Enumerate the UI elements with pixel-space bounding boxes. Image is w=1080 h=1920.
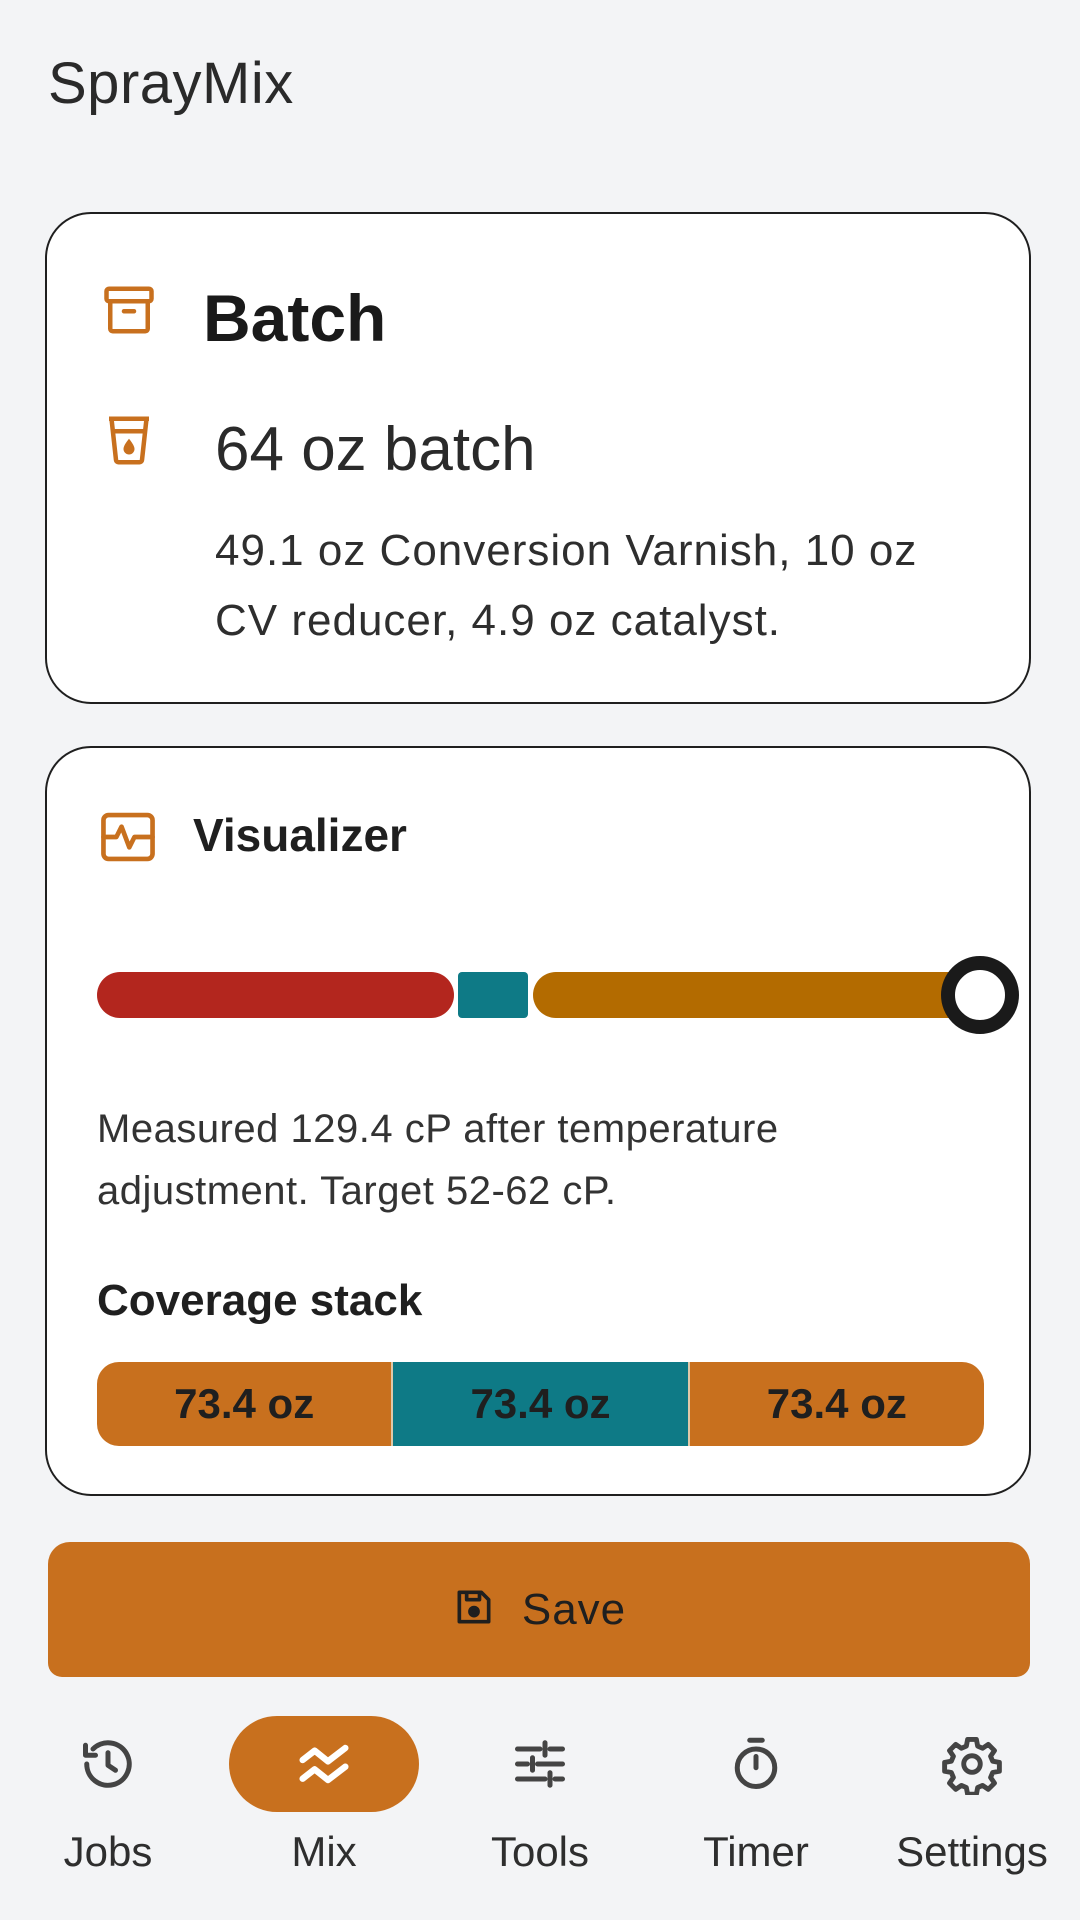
nav-label-jobs: Jobs <box>63 1828 153 1875</box>
save-icon <box>452 1585 496 1634</box>
history-icon <box>13 1716 203 1812</box>
timer-icon <box>661 1716 851 1812</box>
nav-label-tools: Tools <box>490 1828 590 1875</box>
save-button[interactable]: Save <box>48 1542 1030 1677</box>
coverage-segment: 73.4 oz <box>97 1362 392 1446</box>
batch-heading: Batch <box>203 281 387 355</box>
coverage-segment: 73.4 oz <box>687 1362 984 1446</box>
batch-card: Batch 64 oz batch 49.1 oz Conversion Var… <box>45 212 1031 704</box>
mix-icon <box>229 1716 419 1812</box>
coverage-stack: 73.4 oz 73.4 oz 73.4 oz <box>97 1362 984 1446</box>
slider-zone-orange <box>533 972 997 1018</box>
visualizer-card: Visualizer Measured 129.4 cP after tempe… <box>45 746 1031 1496</box>
nav-label-mix: Mix <box>291 1828 357 1875</box>
nav-item-jobs[interactable]: Jobs <box>0 1692 216 1920</box>
nav-label-timer: Timer <box>703 1828 809 1875</box>
visualizer-heading: Visualizer <box>193 809 407 861</box>
viscosity-slider-track[interactable] <box>97 972 997 1018</box>
batch-amount: 64 oz batch <box>215 415 536 484</box>
nav-item-settings[interactable]: Settings <box>864 1692 1080 1920</box>
coverage-segment: 73.4 oz <box>391 1362 688 1446</box>
cup-drop-icon <box>99 410 159 470</box>
viscosity-note: Measured 129.4 cP after temperature adju… <box>97 1107 779 1213</box>
save-label: Save <box>521 1584 627 1634</box>
nav-item-tools[interactable]: Tools <box>432 1692 648 1920</box>
coverage-stack-title: Coverage stack <box>97 1276 423 1325</box>
activity-monitor-icon <box>97 806 159 868</box>
viscosity-slider-thumb[interactable] <box>941 956 1019 1034</box>
app-title: SprayMix <box>48 51 294 116</box>
nav-item-timer[interactable]: Timer <box>648 1692 864 1920</box>
bottom-navigation: Jobs Mix Tools Timer Settings <box>0 1692 1080 1920</box>
slider-zone-teal <box>458 972 528 1018</box>
batch-detail: 49.1 oz Conversion Varnish, 10 oz CV red… <box>215 526 918 645</box>
settings-icon <box>877 1716 1067 1812</box>
tune-icon <box>445 1716 635 1812</box>
archive-icon <box>99 280 159 340</box>
nav-label-settings: Settings <box>896 1828 1048 1875</box>
nav-item-mix[interactable]: Mix <box>216 1692 432 1920</box>
slider-zone-red <box>97 972 454 1018</box>
